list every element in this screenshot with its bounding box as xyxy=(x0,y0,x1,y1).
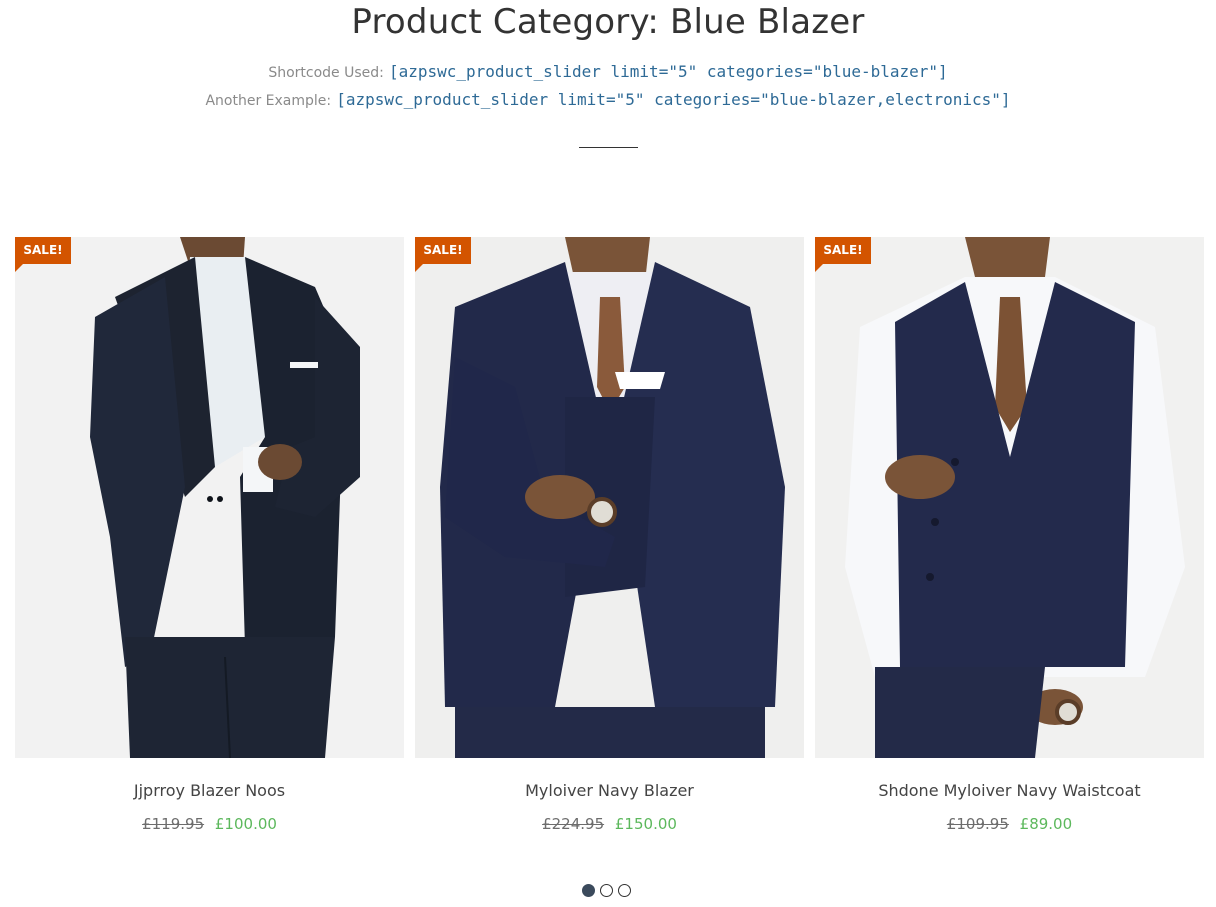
price-row: £119.95 £100.00 xyxy=(15,815,404,833)
product-slider-page: Product Category: Blue Blazer Shortcode … xyxy=(0,0,1216,907)
slider-dot-3[interactable] xyxy=(618,884,631,897)
sale-price: £89.00 xyxy=(1019,815,1073,833)
sale-price: £150.00 xyxy=(614,815,677,833)
regular-price: £109.95 xyxy=(946,815,1009,833)
price-row: £224.95 £150.00 xyxy=(415,815,804,833)
product-name-link[interactable]: Jjprroy Blazer Noos xyxy=(15,781,404,800)
title-divider xyxy=(579,147,638,148)
product-card: SALE! Jjprroy Blazer Noos £119.95 £100.0… xyxy=(15,237,404,837)
product-photo xyxy=(15,237,404,758)
product-image-link[interactable]: SALE! xyxy=(815,237,1204,758)
price-row: £109.95 £89.00 xyxy=(815,815,1204,833)
shortcode-used-line: Shortcode Used: [azpswc_product_slider l… xyxy=(0,62,1216,81)
slider-dot-1[interactable] xyxy=(582,884,595,897)
sale-badge: SALE! xyxy=(815,237,871,272)
another-example-line: Another Example: [azpswc_product_slider … xyxy=(0,90,1216,109)
slider-dot-2[interactable] xyxy=(600,884,613,897)
product-card: SALE! Myloiver Navy Blazer £224.95 £150.… xyxy=(415,237,804,837)
product-photo xyxy=(815,237,1204,758)
regular-price: £224.95 xyxy=(542,815,605,833)
another-example-value: [azpswc_product_slider limit="5" categor… xyxy=(336,90,1011,109)
product-card: SALE! Shdone Myloiver Navy Waistcoat £10… xyxy=(815,237,1204,837)
product-name-link[interactable]: Myloiver Navy Blazer xyxy=(415,781,804,800)
product-photo xyxy=(415,237,804,758)
shortcode-used-value: [azpswc_product_slider limit="5" categor… xyxy=(388,62,948,81)
sale-badge: SALE! xyxy=(15,237,71,272)
page-title: Product Category: Blue Blazer xyxy=(351,2,865,42)
product-image-link[interactable]: SALE! xyxy=(415,237,804,758)
regular-price: £119.95 xyxy=(142,815,205,833)
sale-badge: SALE! xyxy=(415,237,471,272)
slider-pagination xyxy=(582,884,631,898)
shortcode-used-label: Shortcode Used: xyxy=(268,65,384,81)
product-image-link[interactable]: SALE! xyxy=(15,237,404,758)
product-name-link[interactable]: Shdone Myloiver Navy Waistcoat xyxy=(815,781,1204,800)
another-example-label: Another Example: xyxy=(205,93,332,109)
sale-price: £100.00 xyxy=(214,815,277,833)
